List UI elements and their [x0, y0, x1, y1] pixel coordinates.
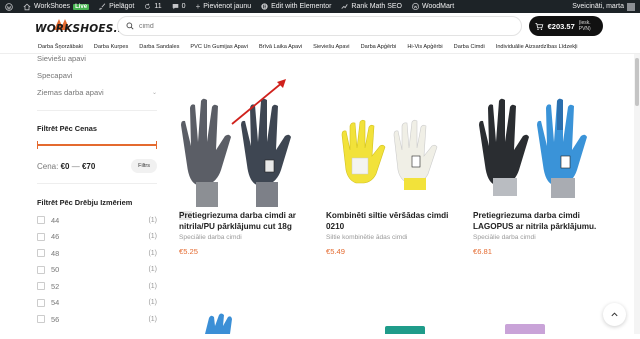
chevron-up-icon — [611, 312, 618, 317]
annotation-arrow — [231, 79, 286, 125]
scroll-to-top-button[interactable] — [603, 303, 626, 326]
scrollbar-thumb[interactable] — [635, 58, 639, 106]
page-scrollbar[interactable] — [634, 54, 640, 334]
arrow-line — [231, 81, 284, 125]
